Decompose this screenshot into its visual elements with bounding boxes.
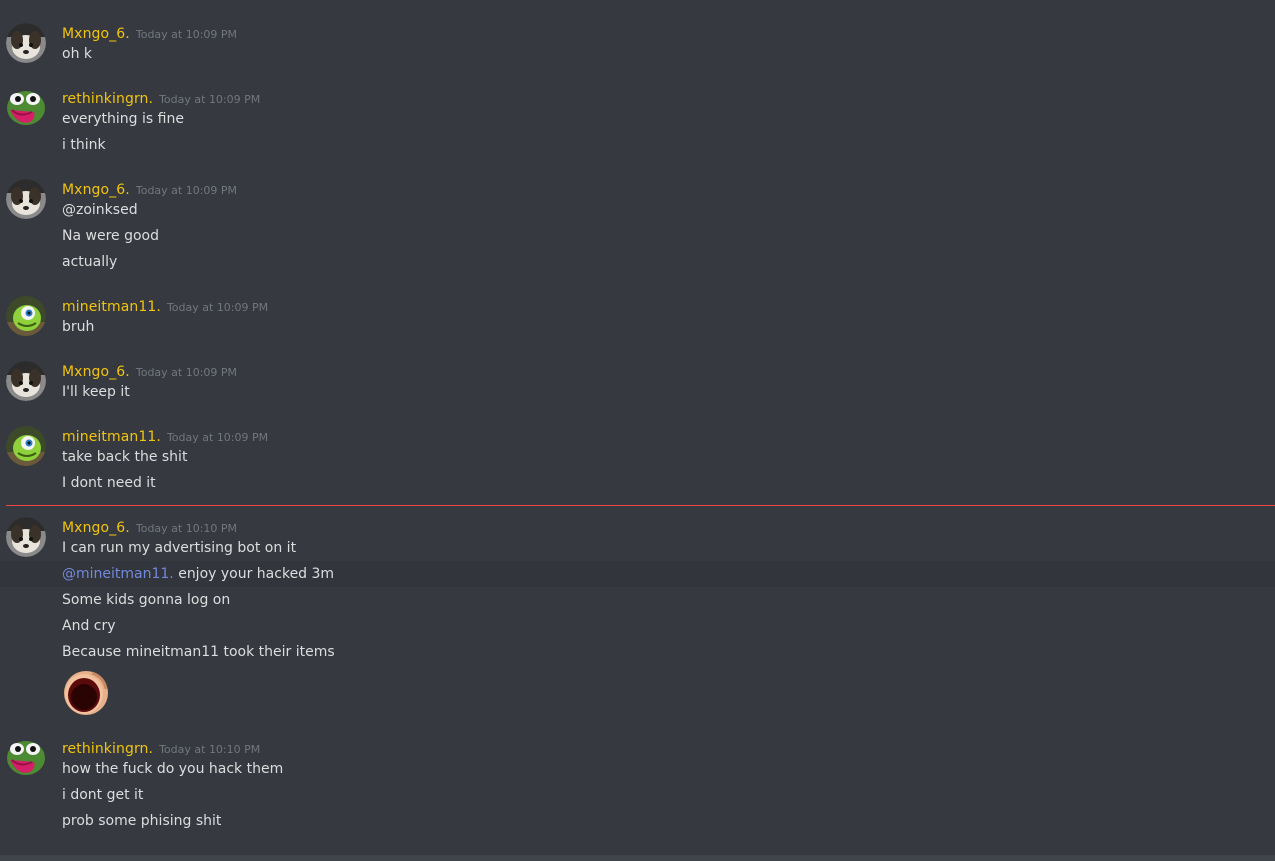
message-line: I can run my advertising bot on it	[0, 535, 1275, 561]
message-text: oh k	[62, 46, 92, 62]
message-text: And cry	[62, 618, 116, 634]
message-line: bruh	[0, 314, 1275, 340]
user-mention[interactable]: @mineitman11.	[62, 566, 174, 582]
username[interactable]: Mxngo_6.	[62, 182, 130, 198]
username[interactable]: rethinkingrn.	[62, 741, 153, 757]
message-line: i think	[0, 132, 1275, 158]
message-text: @mineitman11. enjoy your hacked 3m	[62, 565, 334, 583]
message-line: @zoinksed	[0, 197, 1275, 223]
message-line: actually	[0, 249, 1275, 275]
message-text: everything is fine	[62, 111, 184, 127]
message-line: prob some phising shit	[0, 808, 1275, 834]
message-line: Some kids gonna log on	[0, 587, 1275, 613]
message-text: how the fuck do you hack them	[62, 761, 284, 777]
message-text: I can run my advertising bot on it	[62, 540, 297, 556]
username[interactable]: Mxngo_6.	[62, 520, 130, 536]
message-line-mentioned: @mineitman11. enjoy your hacked 3m	[0, 561, 1275, 587]
username[interactable]: mineitman11.	[62, 299, 161, 315]
message-text: i think	[62, 137, 106, 153]
username[interactable]: mineitman11.	[62, 429, 161, 445]
username[interactable]: Mxngo_6.	[62, 364, 130, 380]
timestamp: Today at 10:09 PM	[135, 366, 238, 379]
username[interactable]: Mxngo_6.	[62, 26, 130, 42]
message-header: mineitman11. Today at 10:09 PM	[62, 426, 268, 446]
message-header: Mxngo_6. Today at 10:09 PM	[62, 361, 237, 381]
message-header: rethinkingrn. Today at 10:09 PM	[62, 88, 260, 108]
timestamp: Today at 10:10 PM	[159, 743, 261, 756]
message-header: Mxngo_6. Today at 10:09 PM	[62, 179, 237, 199]
message-text: Na were good	[62, 228, 159, 244]
message-text: prob some phising shit	[62, 813, 222, 829]
message-text: I dont need it	[62, 475, 156, 491]
timestamp: Today at 10:09 PM	[166, 431, 269, 444]
message-header: Mxngo_6. Today at 10:09 PM	[62, 23, 237, 43]
message-text: i dont get it	[62, 787, 144, 803]
message-header: mineitman11. Today at 10:09 PM	[62, 296, 268, 316]
message-line: oh k	[0, 41, 1275, 67]
timestamp: Today at 10:09 PM	[135, 184, 238, 197]
message-header: rethinkingrn. Today at 10:10 PM	[62, 738, 260, 758]
screaming-face-emoji-icon[interactable]	[62, 669, 110, 717]
timestamp: Today at 10:10 PM	[135, 522, 238, 535]
message-text: take back the shit	[62, 449, 188, 465]
message-line: take back the shit	[0, 444, 1275, 470]
message-input-edge	[0, 855, 1275, 861]
message-text: I'll keep it	[62, 384, 130, 400]
message-line: I dont need it	[0, 470, 1275, 496]
message-line: I'll keep it	[0, 379, 1275, 405]
message-text: Because mineitman11 took their items	[62, 644, 335, 660]
timestamp: Today at 10:09 PM	[166, 301, 269, 314]
message-line: And cry	[0, 613, 1275, 639]
message-text-rest: enjoy your hacked 3m	[173, 566, 335, 582]
timestamp: Today at 10:09 PM	[135, 28, 238, 41]
message-line: Na were good	[0, 223, 1275, 249]
message-text: actually	[62, 254, 118, 270]
message-text: @zoinksed	[62, 202, 138, 218]
new-messages-divider	[6, 505, 1275, 506]
message-line: everything is fine	[0, 106, 1275, 132]
timestamp: Today at 10:09 PM	[159, 93, 261, 106]
message-text: Some kids gonna log on	[62, 592, 231, 608]
message-line: i dont get it	[0, 782, 1275, 808]
username[interactable]: rethinkingrn.	[62, 91, 153, 107]
message-line: Because mineitman11 took their items	[0, 639, 1275, 665]
message-line: how the fuck do you hack them	[0, 756, 1275, 782]
message-text: bruh	[62, 319, 95, 335]
message-header: Mxngo_6. Today at 10:10 PM	[62, 517, 237, 537]
chat-messages-area[interactable]: Mxngo_6. Today at 10:09 PM oh k rethinkin…	[0, 0, 1275, 861]
